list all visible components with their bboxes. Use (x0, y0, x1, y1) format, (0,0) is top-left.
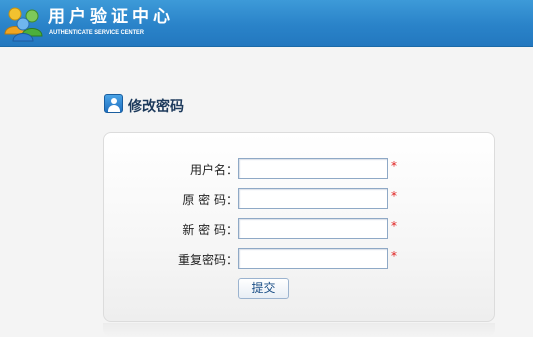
form-row-repeat-password: 重复密码： * (104, 248, 496, 270)
username-label: 用户名： (189, 163, 238, 177)
required-mark: * (391, 189, 397, 203)
old-password-input[interactable] (238, 188, 388, 209)
new-password-label: 新 密 码： (182, 223, 238, 237)
required-mark: * (391, 219, 397, 233)
user-icon (104, 94, 123, 113)
panel-shadow (103, 323, 495, 337)
users-logo-icon (4, 7, 43, 42)
submit-button[interactable]: 提交 (238, 278, 289, 299)
repeat-password-input[interactable] (238, 248, 388, 269)
form-row-new-password: 新 密 码： * (104, 218, 496, 240)
repeat-password-label: 重复密码： (177, 253, 238, 267)
required-mark: * (391, 159, 397, 173)
required-mark: * (391, 249, 397, 263)
new-password-input[interactable] (238, 218, 388, 239)
header-bar: 用户验证中心 AUTHENTICATE SERVICE CENTER (0, 0, 533, 47)
change-password-form: 用户名： * 原 密 码： * 新 密 码： * 重复密码： * 提交 (103, 132, 495, 322)
section-title: 修改密码 (128, 99, 184, 115)
username-input[interactable] (238, 158, 388, 179)
old-password-label: 原 密 码： (182, 193, 238, 207)
form-row-username: 用户名： * (104, 158, 496, 180)
brand-title: 用户验证中心 (48, 7, 174, 27)
form-row-old-password: 原 密 码： * (104, 188, 496, 210)
brand-subtitle: AUTHENTICATE SERVICE CENTER (49, 29, 144, 36)
